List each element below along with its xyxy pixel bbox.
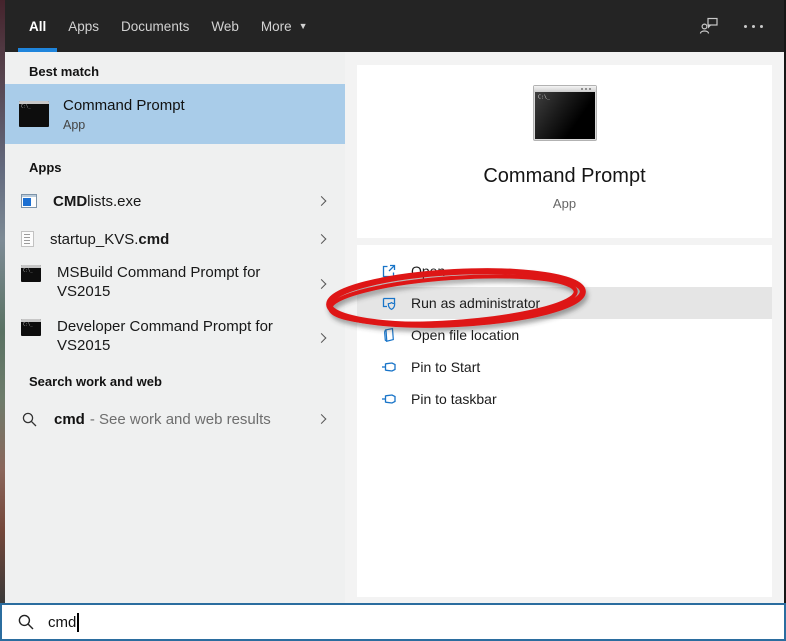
action-run-as-administrator[interactable]: Run as administrator <box>357 287 772 319</box>
dot <box>752 24 755 28</box>
app-result-cmdlists[interactable]: CMDlists.exe <box>5 186 345 216</box>
action-label: Run as administrator <box>411 295 541 311</box>
open-file-location-icon <box>384 327 394 342</box>
result-label: Developer Command Prompt for VS2015 <box>57 317 307 355</box>
open-icon <box>382 264 396 278</box>
command-prompt-icon-large: C:\_ <box>532 85 597 141</box>
label-line1: Developer Command Prompt for <box>57 318 273 335</box>
command-prompt-icon <box>19 101 49 127</box>
app-result-developer-prompt[interactable]: Developer Command Prompt for VS2015 <box>5 314 345 362</box>
detail-app-title: Command Prompt <box>483 165 646 187</box>
text-caret <box>77 612 79 632</box>
web-suggestion-cmd[interactable]: cmd - See work and web results <box>5 404 345 434</box>
suggestion-label: cmd - See work and web results <box>54 411 271 428</box>
command-prompt-icon <box>21 319 41 336</box>
app-result-startup-kvs[interactable]: startup_KVS.cmd <box>5 224 345 254</box>
label-line1: MSBuild Command Prompt for <box>57 264 261 281</box>
apps-header: Apps <box>29 160 62 175</box>
action-label: Open <box>411 263 446 279</box>
tab-more[interactable]: More ▼ <box>250 0 319 52</box>
action-label: Pin to Start <box>411 359 481 375</box>
detail-app-subtitle: App <box>552 196 577 211</box>
chevron-right-icon[interactable] <box>316 196 327 206</box>
suggestion-query: cmd <box>54 410 85 428</box>
label-pre: startup_KVS. <box>50 230 139 248</box>
pin-icon <box>382 362 396 372</box>
search-filter-bar: All Apps Documents Web More ▼ <box>5 0 784 52</box>
result-subtitle: App <box>63 117 86 132</box>
icon-prompt-text: C:\_ <box>537 94 550 100</box>
app-result-msbuild-prompt[interactable]: MSBuild Command Prompt for VS2015 <box>5 260 345 308</box>
tab-apps[interactable]: Apps <box>57 0 110 52</box>
action-open-file-location[interactable]: Open file location <box>357 319 772 351</box>
tab-apps-label: Apps <box>68 18 100 34</box>
application-icon <box>21 194 37 208</box>
search-icon <box>18 614 34 630</box>
batch-file-icon <box>21 231 34 247</box>
windows-search-flyout: All Apps Documents Web More ▼ Best match… <box>0 0 786 641</box>
action-label: Pin to taskbar <box>411 391 497 407</box>
label-line2: VS2015 <box>57 283 111 300</box>
label-rest: lists.exe <box>87 192 142 210</box>
chevron-right-icon[interactable] <box>316 234 327 244</box>
tab-documents[interactable]: Documents <box>110 0 200 52</box>
chevron-right-icon[interactable] <box>316 333 327 343</box>
action-pin-to-start[interactable]: Pin to Start <box>357 351 772 383</box>
tab-web[interactable]: Web <box>200 0 250 52</box>
results-panel: Best match Command Prompt App Apps CMDli… <box>5 52 345 603</box>
result-label: MSBuild Command Prompt for VS2015 <box>57 263 307 301</box>
best-match-result-command-prompt[interactable]: Command Prompt App <box>5 84 345 144</box>
chevron-right-icon[interactable] <box>316 414 327 424</box>
chevron-right-icon[interactable] <box>316 279 327 289</box>
detail-panel: C:\_ Command Prompt App Open Run as admi… <box>345 52 784 603</box>
icon-window-buttons <box>580 88 593 90</box>
topbar-actions <box>698 0 765 52</box>
best-match-text: Command Prompt App <box>63 97 185 132</box>
more-options-ellipsis-icon[interactable] <box>742 21 765 32</box>
action-open[interactable]: Open <box>357 255 772 287</box>
tab-all[interactable]: All <box>18 0 58 52</box>
label-line2: VS2015 <box>57 337 111 354</box>
suggestion-rest: - See work and web results <box>89 410 271 428</box>
result-label: startup_KVS.cmd <box>50 231 169 248</box>
best-match-header: Best match <box>29 64 100 79</box>
action-pin-to-taskbar[interactable]: Pin to taskbar <box>357 383 772 415</box>
tab-more-label: More <box>260 18 292 34</box>
search-input[interactable]: cmd <box>0 603 786 641</box>
tab-all-label: All <box>29 18 47 34</box>
search-icon <box>22 412 37 426</box>
dot <box>760 24 763 28</box>
app-detail-card: C:\_ Command Prompt App <box>357 65 772 238</box>
chevron-down-icon: ▼ <box>298 21 308 31</box>
command-prompt-icon <box>21 265 41 282</box>
filter-tabs: All Apps Documents Web More ▼ <box>5 0 319 52</box>
app-actions-card: Open Run as administrator Open file loca… <box>357 245 772 597</box>
result-title: Command Prompt <box>63 96 185 114</box>
run-as-administrator-shield-icon <box>382 297 396 311</box>
feedback-icon[interactable] <box>698 15 720 37</box>
icon-body: C:\_ <box>534 92 595 139</box>
tab-documents-label: Documents <box>121 18 190 34</box>
search-work-web-header: Search work and web <box>29 374 162 389</box>
search-input-value: cmd <box>48 613 77 631</box>
action-label: Open file location <box>411 327 520 343</box>
tab-web-label: Web <box>211 18 239 34</box>
label-bold: cmd <box>138 230 170 248</box>
result-label: CMDlists.exe <box>53 193 141 210</box>
dot <box>744 24 747 28</box>
label-bold: CMD <box>53 192 88 210</box>
pin-icon <box>382 394 396 404</box>
